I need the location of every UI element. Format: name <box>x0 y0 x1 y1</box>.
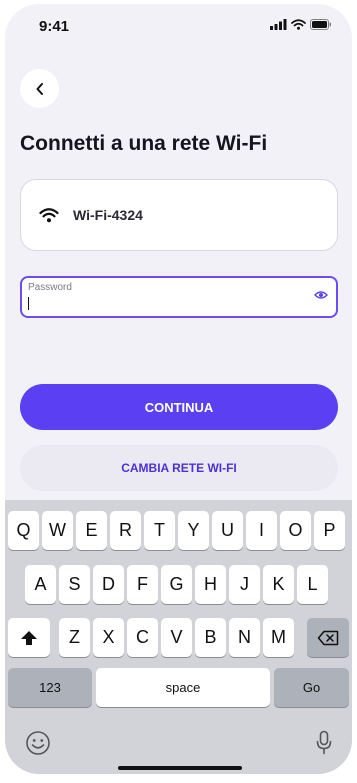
key-n[interactable]: N <box>229 618 260 657</box>
numbers-key[interactable]: 123 <box>8 668 92 707</box>
key-y[interactable]: Y <box>178 511 209 550</box>
key-f[interactable]: F <box>127 565 158 604</box>
password-input[interactable] <box>28 296 298 312</box>
key-q[interactable]: Q <box>8 511 39 550</box>
status-bar: 9:41 <box>5 4 352 50</box>
shift-key[interactable] <box>8 618 50 657</box>
system-icons <box>270 19 332 30</box>
password-field[interactable]: Password <box>20 276 338 318</box>
password-label: Password <box>28 282 72 293</box>
network-name: Wi-Fi-4324 <box>73 207 143 223</box>
key-i[interactable]: I <box>246 511 277 550</box>
eye-icon[interactable] <box>314 290 328 300</box>
key-m[interactable]: M <box>263 618 294 657</box>
key-p[interactable]: P <box>314 511 345 550</box>
shift-icon <box>21 630 37 645</box>
key-x[interactable]: X <box>93 618 124 657</box>
key-a[interactable]: A <box>25 565 56 604</box>
wifi-icon <box>39 207 59 223</box>
battery-icon <box>310 19 331 30</box>
key-e[interactable]: E <box>76 511 107 550</box>
key-k[interactable]: K <box>263 565 294 604</box>
key-b[interactable]: B <box>195 618 226 657</box>
key-s[interactable]: S <box>59 565 90 604</box>
selected-network-card[interactable]: Wi-Fi-4324 <box>20 179 338 251</box>
page-title: Connetti a una rete Wi-Fi <box>20 132 268 155</box>
key-t[interactable]: T <box>144 511 175 550</box>
change-network-button[interactable]: CAMBIA RETE WI-FI <box>20 445 338 491</box>
status-time: 9:41 <box>39 18 70 35</box>
backspace-key[interactable] <box>307 618 349 657</box>
microphone-icon[interactable] <box>316 730 332 756</box>
phone-screen: 9:41 Connetti a una rete Wi-Fi Wi-Fi-432… <box>5 4 352 774</box>
key-z[interactable]: Z <box>59 618 90 657</box>
key-g[interactable]: G <box>161 565 192 604</box>
key-o[interactable]: O <box>280 511 311 550</box>
emoji-icon[interactable] <box>25 730 51 756</box>
key-v[interactable]: V <box>161 618 192 657</box>
key-u[interactable]: U <box>212 511 243 550</box>
cellular-signal-icon <box>270 19 287 30</box>
key-h[interactable]: H <box>195 565 226 604</box>
key-r[interactable]: R <box>110 511 141 550</box>
key-c[interactable]: C <box>127 618 158 657</box>
keyboard: Q W E R T Y U I O P A S D F G H J K L Z … <box>5 500 352 774</box>
key-j[interactable]: J <box>229 565 260 604</box>
key-d[interactable]: D <box>93 565 124 604</box>
back-button[interactable] <box>20 69 59 108</box>
space-key[interactable]: space <box>96 668 270 707</box>
go-key[interactable]: Go <box>274 668 349 707</box>
chevron-left-icon <box>36 82 43 95</box>
key-l[interactable]: L <box>297 565 328 604</box>
backspace-icon <box>317 630 339 645</box>
continue-button[interactable]: CONTINUA <box>20 384 338 430</box>
home-indicator <box>118 766 242 770</box>
key-w[interactable]: W <box>42 511 73 550</box>
wifi-status-icon <box>291 19 306 30</box>
